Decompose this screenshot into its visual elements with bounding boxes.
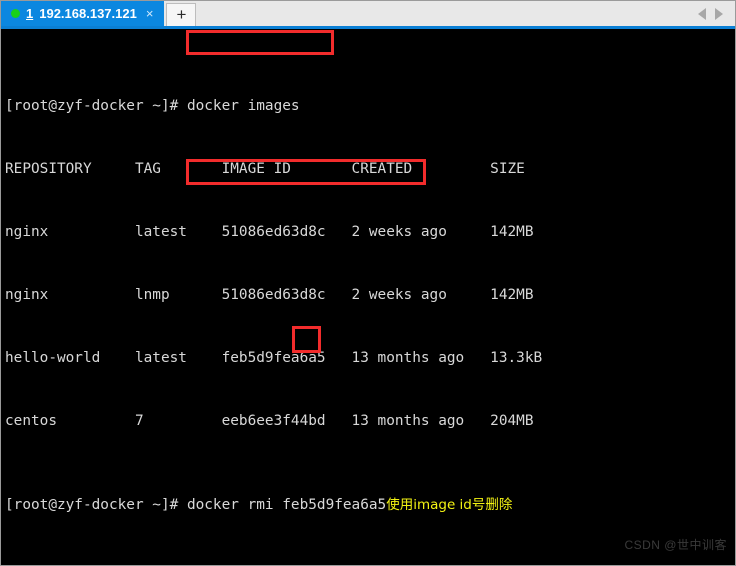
tab-session-1[interactable]: 1 192.168.137.121 × <box>1 1 165 26</box>
tab-bar: 1 192.168.137.121 × + <box>1 1 735 29</box>
tab-title-label: 192.168.137.121 <box>39 6 137 21</box>
chevron-left-icon[interactable] <box>698 7 706 20</box>
terminal-line: REPOSITORY TAG IMAGE ID CREATED SIZE <box>5 159 735 180</box>
chevron-right-icon[interactable] <box>715 7 723 20</box>
annotation-image-id-delete: 使用image id号删除 <box>386 497 513 513</box>
terminal-line-text: nginx latest 51086ed63d8c 2 weeks ago 14… <box>5 224 534 240</box>
terminal-line: [root@zyf-docker ~]# docker images <box>5 96 735 117</box>
terminal-line-text: [root@zyf-docker ~]# docker rmi feb5d9fe… <box>5 497 387 513</box>
terminal-line: hello-world latest feb5d9fea6a5 13 month… <box>5 348 735 369</box>
terminal-line-text: hello-world latest feb5d9fea6a5 13 month… <box>5 350 543 366</box>
terminal-line-text: REPOSITORY TAG IMAGE ID CREATED SIZE <box>5 161 525 177</box>
terminal-window: 1 192.168.137.121 × + [root@zyf-docker ~… <box>0 0 736 566</box>
watermark: CSDN @世中训客 <box>624 538 727 552</box>
tab-scroll-controls <box>686 1 735 26</box>
close-icon[interactable]: × <box>143 7 157 20</box>
terminal-line: nginx lnmp 51086ed63d8c 2 weeks ago 142M… <box>5 285 735 306</box>
terminal-line: nginx latest 51086ed63d8c 2 weeks ago 14… <box>5 222 735 243</box>
new-tab-button[interactable]: + <box>166 3 197 26</box>
terminal-line-text: [root@zyf-docker ~]# docker images <box>5 98 300 114</box>
terminal-line-text: centos 7 eeb6ee3f44bd 13 months ago 204M… <box>5 413 534 429</box>
connection-status-dot <box>11 9 20 18</box>
terminal-line: centos 7 eeb6ee3f44bd 13 months ago 204M… <box>5 411 735 432</box>
terminal-line-text: nginx lnmp 51086ed63d8c 2 weeks ago 142M… <box>5 287 534 303</box>
tab-bar-spacer <box>196 1 686 26</box>
terminal-output[interactable]: [root@zyf-docker ~]# docker images REPOS… <box>1 29 735 562</box>
tab-index-label: 1 <box>26 6 34 21</box>
terminal-line: [root@zyf-docker ~]# docker rmi feb5d9fe… <box>5 495 735 516</box>
